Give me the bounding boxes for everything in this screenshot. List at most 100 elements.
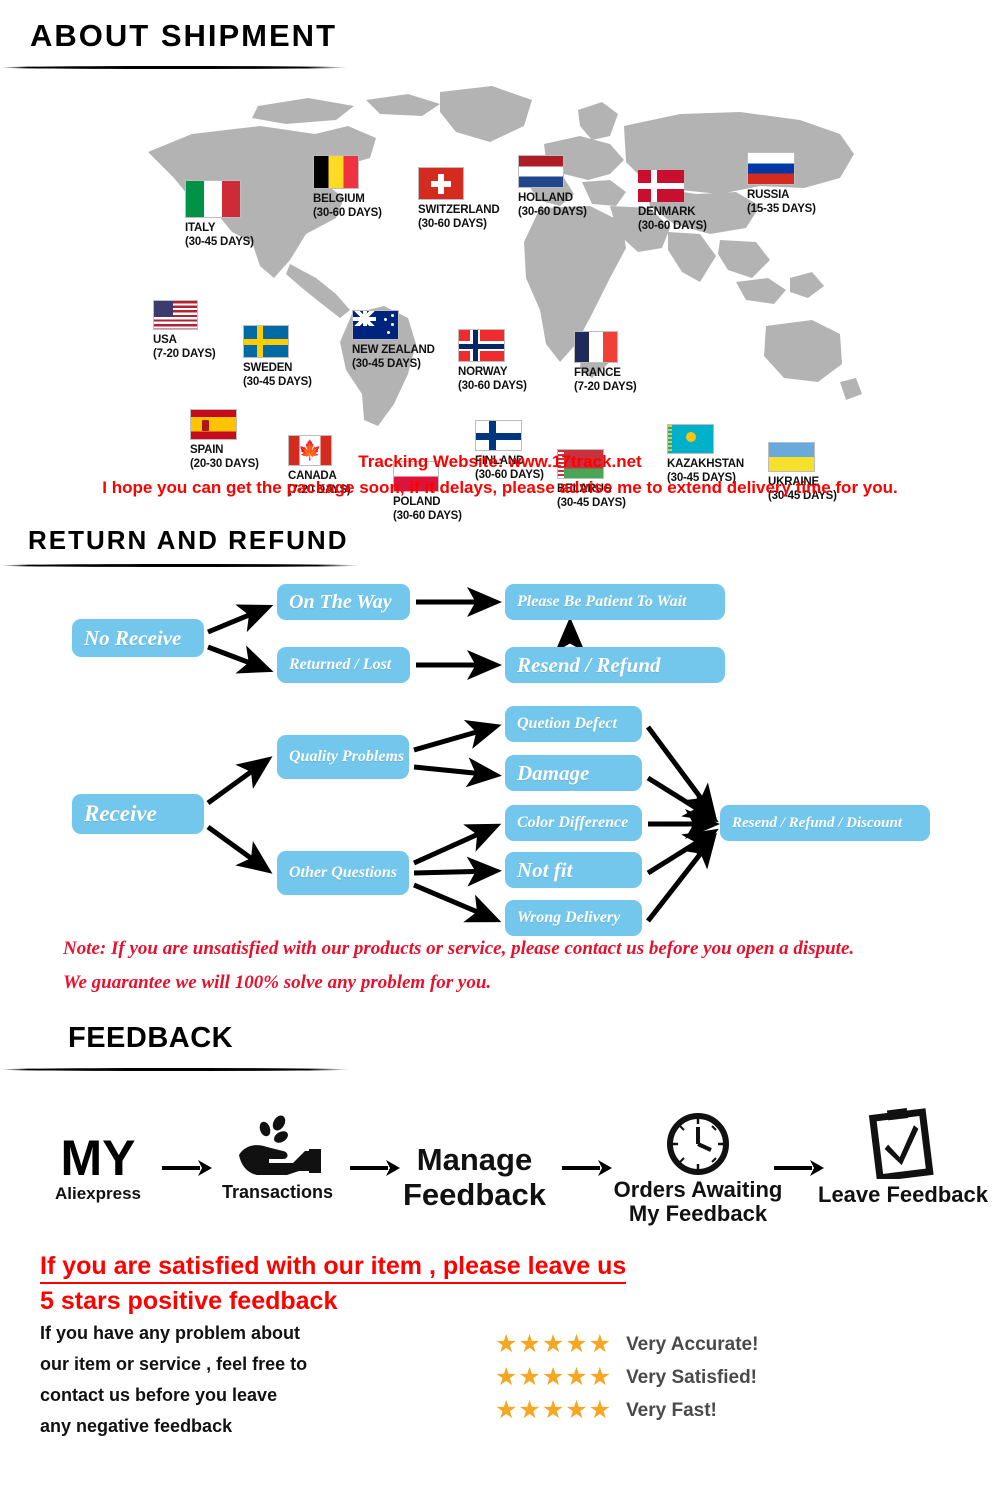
flag-country: HOLLAND <box>518 192 573 204</box>
feedback-step-my-aliexpress[interactable]: MY Aliexpress <box>38 1133 158 1203</box>
promo-line1: If you are satisfied with our item , ple… <box>40 1252 627 1284</box>
section-divider-return <box>0 564 360 567</box>
flow-node-on-the-way[interactable]: On The Way <box>277 584 410 620</box>
flow-node-label: Other Questions <box>289 864 398 881</box>
flag-country: FRANCE <box>574 367 621 379</box>
flag-belgium-icon <box>313 155 359 189</box>
flag-days: (30-60 DAYS) <box>313 207 382 220</box>
manage-feedback-text-icon: Manage Feedback <box>392 1142 557 1212</box>
flag-days: (7-20 DAYS) <box>153 348 216 361</box>
ratings-list: ★★★★★ Very Accurate! ★★★★★ Very Satisfie… <box>495 1328 758 1427</box>
feedback-step-transactions[interactable]: Transactions <box>210 1115 345 1202</box>
flag-item: DENMARK (30-60 DAYS) <box>638 170 707 234</box>
flag-country: SWEDEN <box>243 362 293 374</box>
my-aliexpress-wordmark-icon: MY <box>60 1130 136 1186</box>
flag-country: NEW ZEALAND <box>352 344 435 356</box>
flow-node-resend-refund[interactable]: Resend / Refund <box>505 647 725 683</box>
feedback-step-caption: Transactions <box>221 1182 334 1202</box>
flow-node-label: Returned / Lost <box>289 656 392 673</box>
flag-item: BELGIUM (30-60 DAYS) <box>313 155 382 221</box>
flow-node-returned-lost[interactable]: Returned / Lost <box>277 647 410 683</box>
flag-days: (30-60 DAYS) <box>418 218 487 231</box>
flag-days: (30-60 DAYS) <box>638 220 707 233</box>
rating-row: ★★★★★ Very Accurate! <box>495 1328 758 1361</box>
flag-norway-icon <box>458 329 505 362</box>
rating-label: Very Fast! <box>626 1399 717 1421</box>
star-rating-icon: ★★★★★ <box>495 1363 613 1391</box>
hand-coins-icon <box>238 1115 321 1175</box>
page-title-shipment: ABOUT SHIPMENT <box>30 18 337 53</box>
tracking-website-text: Tracking Website: www.17track.net <box>358 452 642 471</box>
flag-country: ITALY <box>185 222 216 234</box>
flow-node-label: Quality Problems <box>289 748 405 765</box>
flag-country: NORWAY <box>458 366 508 378</box>
flow-node-quality-problems[interactable]: Quality Problems <box>277 735 409 779</box>
flow-node-receive[interactable]: Receive <box>72 794 204 834</box>
flow-node-resend-refund-discount[interactable]: Resend / Refund / Discount <box>720 805 930 841</box>
feedback-step-manage-feedback[interactable]: Manage Feedback <box>392 1142 557 1212</box>
flow-node-not-fit[interactable]: Not fit <box>505 852 642 888</box>
flow-node-quetion-defect[interactable]: Quetion Defect <box>505 706 642 742</box>
flow-node-label: On The Way <box>289 590 392 613</box>
flag-russia-icon <box>747 152 795 185</box>
rating-row: ★★★★★ Very Fast! <box>495 1394 758 1427</box>
flag-days: (30-45 DAYS) <box>185 236 254 249</box>
return-note-line2: We guarantee we will 100% solve any prob… <box>63 972 492 993</box>
flag-days: (30-60 DAYS) <box>458 380 527 393</box>
flag-holland-icon <box>518 155 564 188</box>
page-title-return: RETURN AND REFUND <box>28 525 349 555</box>
problem-help-line: our item or service , feel free to <box>40 1353 308 1374</box>
feedback-step-caption: Orders Awaiting My Feedback <box>608 1177 788 1226</box>
star-rating-icon: ★★★★★ <box>495 1330 613 1358</box>
return-note-line1: Note: If you are unsatisfied with our pr… <box>63 938 855 959</box>
arrow-right-icon <box>562 1160 612 1176</box>
feedback-step-caption-line2: Feedback <box>402 1176 546 1212</box>
arrow-right-icon <box>774 1160 824 1176</box>
flag-finland-icon <box>475 420 522 451</box>
flow-node-damage[interactable]: Damage <box>505 755 642 791</box>
flag-item: ITALY (30-45 DAYS) <box>185 180 254 250</box>
flag-country: SWITZERLAND <box>418 204 500 216</box>
feedback-steps-flow: MY Aliexpress Transactions Manage Feedba… <box>0 1095 1000 1240</box>
feedback-step-leave-feedback[interactable]: Leave Feedback <box>818 1107 988 1207</box>
shipment-note-text: I hope you can get the package soon, if … <box>102 478 898 497</box>
flag-item: USA (7-20 DAYS) <box>153 300 216 362</box>
section-divider-feedback <box>0 1068 350 1071</box>
flag-item: NORWAY (30-60 DAYS) <box>458 329 527 394</box>
flow-node-label: Please Be Patient To Wait <box>517 593 687 610</box>
clipboard-check-icon <box>868 1108 934 1179</box>
flow-node-no-receive[interactable]: No Receive <box>72 619 204 657</box>
flow-node-label: Receive <box>84 801 157 826</box>
flow-node-other-questions[interactable]: Other Questions <box>277 851 409 895</box>
rating-label: Very Satisfied! <box>626 1366 758 1388</box>
flag-item: RUSSIA (15-35 DAYS) <box>747 152 816 217</box>
flag-newzealand-icon <box>352 310 399 340</box>
flow-node-color-difference[interactable]: Color Difference <box>505 805 642 841</box>
flow-node-label: Resend / Refund / Discount <box>732 814 903 831</box>
feedback-step-caption: Aliexpress <box>55 1184 141 1203</box>
flow-node-label: No Receive <box>84 625 182 650</box>
problem-help-line: any negative feedback <box>40 1415 233 1436</box>
flag-days: (30-45 DAYS) <box>557 497 626 510</box>
flag-switzerland-icon <box>418 167 464 200</box>
arrow-right-icon <box>162 1160 212 1176</box>
star-rating-icon: ★★★★★ <box>495 1396 613 1424</box>
flag-country: USA <box>153 334 177 346</box>
flow-node-please-be-patient[interactable]: Please Be Patient To Wait <box>505 584 725 620</box>
section-divider-shipment <box>0 66 348 69</box>
flow-node-label: Damage <box>517 760 590 785</box>
flag-usa-icon <box>153 300 198 330</box>
promo-line2: 5 stars positive feedback <box>40 1287 338 1315</box>
flag-item: SWITZERLAND (30-60 DAYS) <box>418 167 500 232</box>
problem-help-text: If you have any problem about our item o… <box>40 1318 307 1442</box>
flow-node-label: Resend / Refund <box>517 652 661 677</box>
flow-node-wrong-delivery[interactable]: Wrong Delivery <box>505 900 642 936</box>
clock-icon <box>667 1113 729 1175</box>
rating-label: Very Accurate! <box>626 1333 759 1355</box>
feedback-step-caption-line1: Orders Awaiting <box>613 1177 783 1202</box>
feedback-step-caption: Leave Feedback <box>818 1182 988 1207</box>
flag-italy-icon <box>185 180 241 218</box>
flag-days: (15-35 DAYS) <box>747 203 816 216</box>
flag-kazakhstan-icon <box>667 424 714 454</box>
feedback-step-orders-awaiting[interactable]: Orders Awaiting My Feedback <box>608 1113 788 1226</box>
